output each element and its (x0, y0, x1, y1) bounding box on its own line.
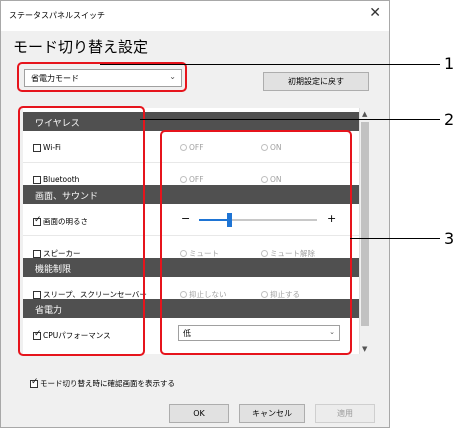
checkbox-box (30, 377, 39, 388)
title-bar: ステータスパネルスイッチ ✕ (1, 1, 389, 31)
callout-leader-3 (350, 238, 440, 239)
scroll-up-icon[interactable]: ▲ (362, 110, 367, 118)
callout-number-2: 2 (444, 110, 455, 129)
confirm-on-switch-checkbox[interactable]: モード切り替え時に確認画面を表示する (30, 377, 175, 389)
ok-button[interactable]: OK (169, 404, 229, 423)
cancel-button[interactable]: キャンセル (239, 404, 305, 423)
callout-number-3: 3 (444, 229, 455, 248)
callout-leader-1 (100, 64, 440, 65)
page-header: モード切り替え設定 (1, 31, 389, 63)
callout-box-1 (17, 62, 187, 92)
reset-defaults-button[interactable]: 初期設定に戻す (263, 72, 369, 91)
callout-box-3 (160, 130, 352, 355)
scroll-down-icon[interactable]: ▼ (362, 345, 367, 353)
callout-number-1: 1 (444, 54, 455, 73)
page-title: モード切り替え設定 (13, 38, 149, 56)
callout-leader-2 (140, 119, 440, 120)
close-icon[interactable]: ✕ (369, 5, 381, 21)
settings-scrollbar[interactable]: ▲ ▼ (359, 108, 371, 354)
apply-button[interactable]: 適用 (315, 404, 375, 423)
confirm-on-switch-label: モード切り替え時に確認画面を表示する (40, 379, 175, 388)
callout-box-2 (18, 106, 145, 356)
window-title: ステータスパネルスイッチ (9, 11, 105, 20)
scrollbar-thumb[interactable] (361, 122, 369, 326)
